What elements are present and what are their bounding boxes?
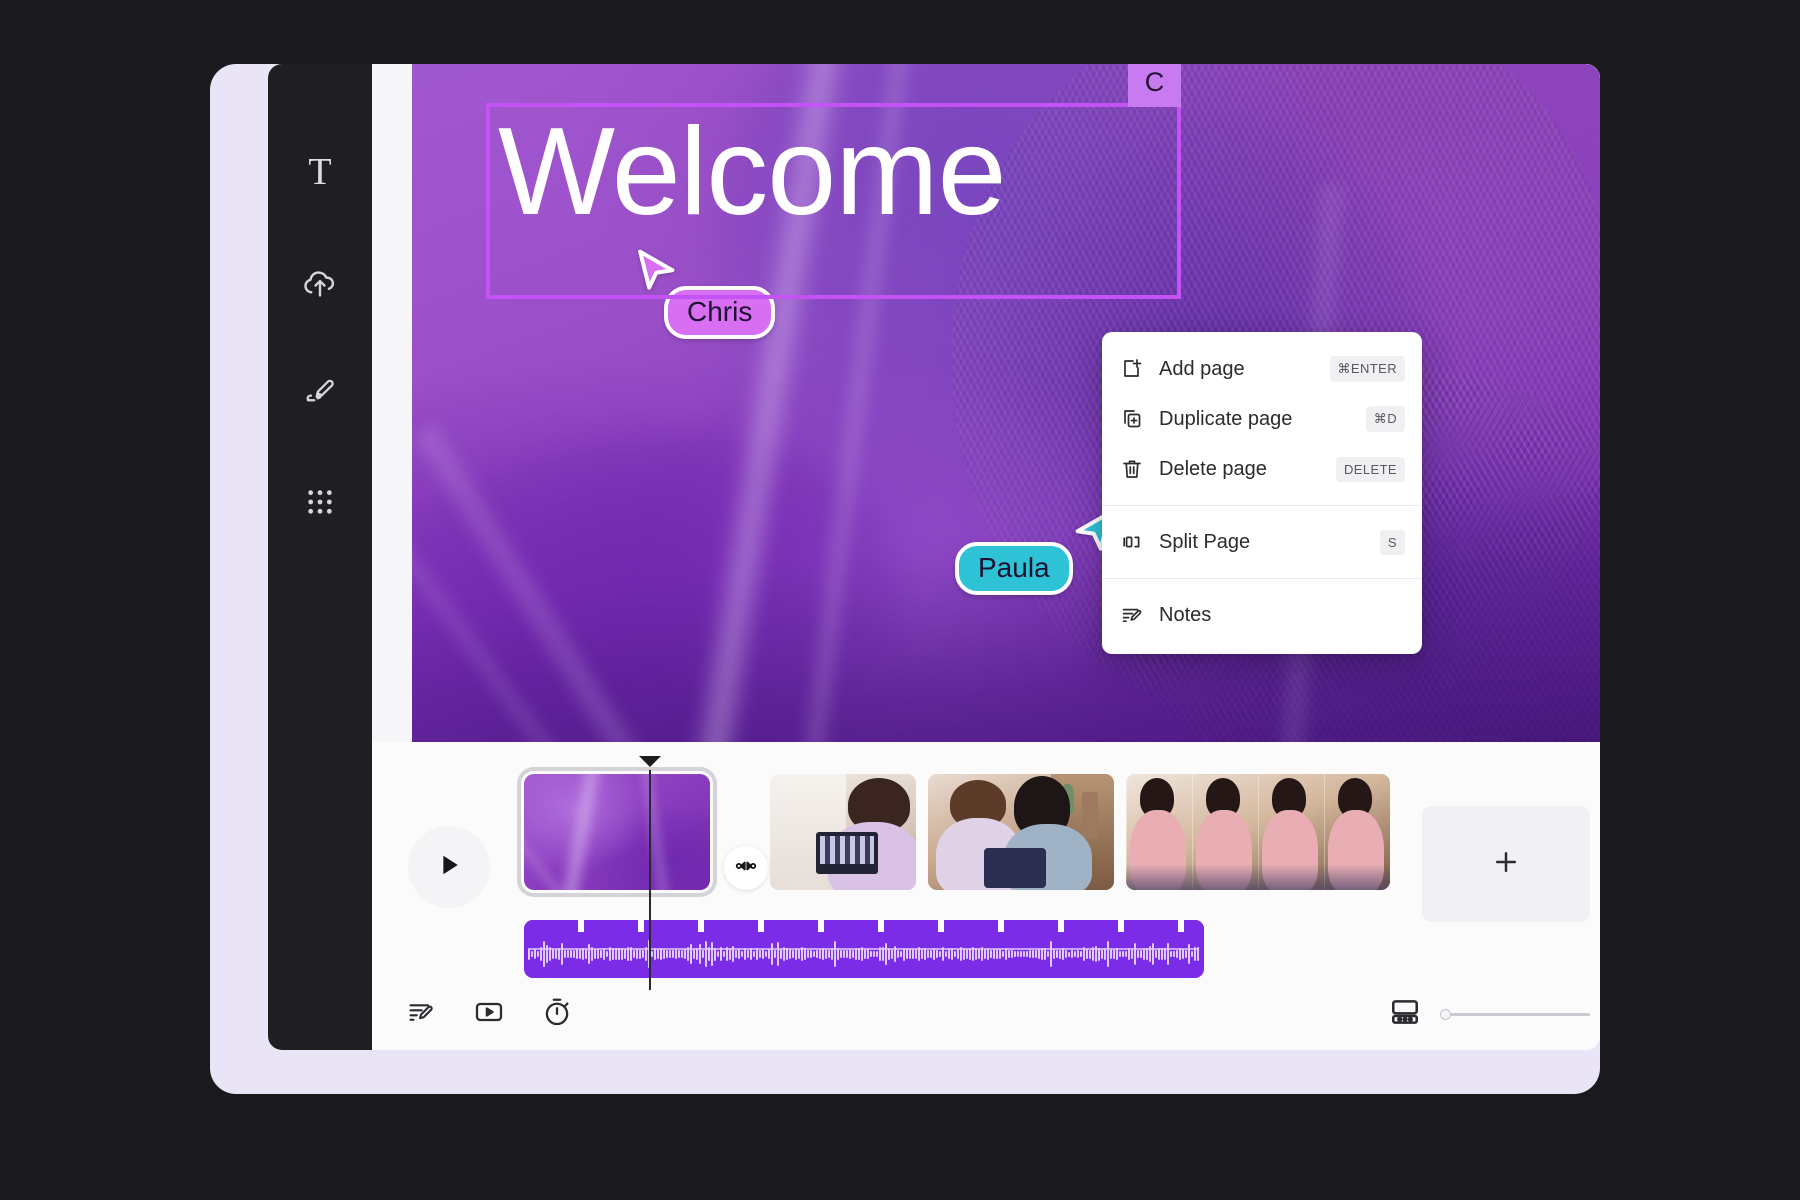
menu-item-shortcut: S [1379,529,1405,555]
menu-item-label: Duplicate page [1159,407,1293,430]
split-page-icon [1119,529,1145,555]
timeline-view-icon [1389,996,1421,1033]
audio-waveform [524,920,1204,978]
table-row[interactable] [928,774,1114,890]
stopwatch-icon [541,996,573,1033]
menu-item-shortcut: DELETE [1336,456,1405,482]
app-window: T Welcome C Chris Paula Add page ⌘ENTER … [268,64,1600,1050]
screenshot-root: T Welcome C Chris Paula Add page ⌘ENTER … [0,0,1800,1200]
left-toolbar: T [268,64,372,1050]
timeline-panel [372,742,1600,1050]
table-row[interactable] [1126,774,1390,890]
clip-thumbnail [770,774,916,890]
add-clip-button[interactable] [1422,806,1590,922]
sidebar-item-apps[interactable] [294,476,346,528]
menu-item-label: Split Page [1159,530,1251,553]
menu-item-duplicate-page[interactable]: Duplicate page ⌘D [1102,394,1422,444]
design-canvas[interactable]: Welcome C Chris Paula Add page ⌘ENTER Du… [412,64,1600,742]
duplicate-page-icon [1119,406,1145,432]
sidebar-item-uploads[interactable] [294,256,346,308]
cursor-chris [634,246,680,298]
editor-area: Welcome C Chris Paula Add page ⌘ENTER Du… [372,64,1600,1050]
notes-icon [406,997,436,1032]
playhead-line [649,770,651,990]
page-context-menu: Add page ⌘ENTER Duplicate page ⌘D Delete… [1102,332,1422,654]
timeline-view-button[interactable] [1386,995,1424,1033]
clip-thumbnail [928,774,1114,890]
canvas-viewport: Welcome C Chris Paula Add page ⌘ENTER Du… [412,64,1600,742]
play-icon [434,850,464,885]
menu-item-shortcut: ⌘D [1365,406,1405,432]
notes-button[interactable] [402,995,440,1033]
clip-thumbnail [1126,774,1390,890]
video-play-icon [473,996,505,1033]
play-button[interactable] [408,826,490,908]
trash-icon [1119,456,1145,482]
sidebar-item-text[interactable]: T [294,146,346,198]
add-page-icon [1119,356,1145,382]
menu-divider [1102,578,1422,579]
playhead-marker[interactable] [639,756,661,767]
menu-item-label: Notes [1159,603,1212,626]
menu-divider [1102,505,1422,506]
timing-button[interactable] [538,995,576,1033]
menu-item-label: Delete page [1159,457,1267,480]
preview-button[interactable] [470,995,508,1033]
text-icon: T [308,151,332,193]
clip-decor [556,774,606,890]
transition-bowtie-icon [735,855,757,882]
video-track [517,767,1590,922]
cloud-upload-icon [301,263,339,301]
transition-button[interactable] [724,846,768,890]
apps-grid-icon [304,486,336,518]
bottom-toolbar [372,978,1600,1050]
menu-item-shortcut: ⌘ENTER [1329,356,1405,382]
canvas-title-text[interactable]: Welcome [498,110,1007,234]
bottom-toolbar-left [402,995,576,1033]
zoom-slider[interactable] [1440,1005,1590,1023]
menu-item-label: Add page [1159,357,1245,380]
menu-item-add-page[interactable]: Add page ⌘ENTER [1102,344,1422,394]
clip-decor [635,774,675,890]
sidebar-item-draw[interactable] [294,366,346,418]
bottom-toolbar-right [1386,995,1590,1033]
cursor-label-paula: Paula [955,542,1073,596]
table-row[interactable] [517,767,717,897]
audio-track[interactable] [524,920,1204,978]
notes-icon [1119,602,1145,628]
selection-owner-badge: C [1128,64,1181,107]
menu-item-delete-page[interactable]: Delete page DELETE [1102,444,1422,494]
menu-item-split-page[interactable]: Split Page S [1102,517,1422,567]
pen-draw-icon [302,374,338,410]
zoom-slider-knob[interactable] [1440,1009,1451,1020]
plus-icon [1491,847,1521,882]
menu-item-notes[interactable]: Notes [1102,590,1422,640]
table-row[interactable] [770,774,916,890]
zoom-slider-track [1440,1013,1590,1016]
